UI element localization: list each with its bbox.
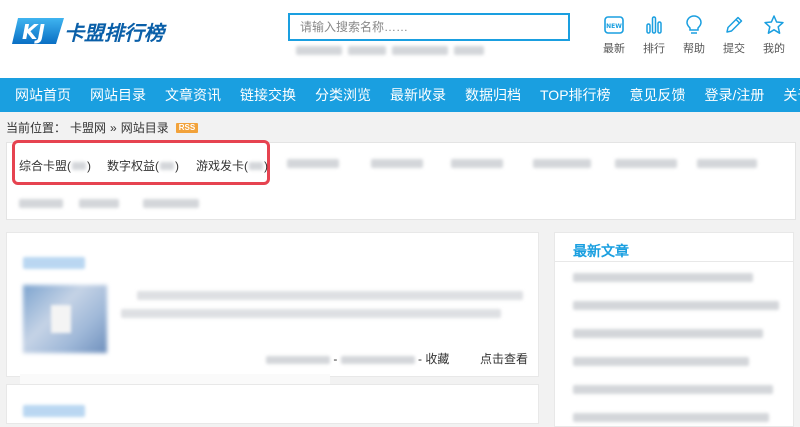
listing-description-blurred: [137, 291, 523, 300]
nav-link-exchange[interactable]: 链接交换: [240, 85, 296, 105]
category-item-blurred[interactable]: [79, 199, 119, 208]
nav-about[interactable]: 关于我们: [783, 85, 800, 105]
listing-meta: - - 收藏: [266, 350, 449, 367]
svg-text:KJ: KJ: [22, 20, 45, 44]
collect-link[interactable]: 收藏: [425, 352, 449, 366]
bar-chart-icon: [646, 16, 662, 34]
nav-feedback[interactable]: 意见反馈: [630, 85, 686, 105]
listing-url-blurred[interactable]: [266, 355, 330, 364]
tool-ranking-label: 排行: [643, 43, 665, 55]
category-count-blurred: [72, 161, 86, 170]
hot-word-blurred[interactable]: [296, 46, 342, 55]
hot-word-blurred[interactable]: [454, 46, 484, 55]
tool-submit-label: 提交: [723, 43, 745, 55]
category-label: 综合卡盟(: [19, 159, 71, 173]
category-label: 游戏发卡(: [196, 159, 248, 173]
category-item-blurred[interactable]: [615, 159, 677, 168]
category-item[interactable]: 综合卡盟( ): [19, 157, 91, 174]
card-bottom-strip: [20, 374, 330, 384]
site-listing-card: [6, 384, 539, 424]
listing-title-blurred[interactable]: [23, 405, 85, 417]
pencil-icon: [726, 16, 743, 33]
breadcrumb-separator: »: [110, 120, 117, 135]
category-item-blurred[interactable]: [371, 159, 423, 168]
category-close-paren: ): [175, 158, 179, 173]
category-count-blurred: [160, 161, 174, 170]
nav-browse-categories[interactable]: 分类浏览: [315, 85, 371, 105]
tool-help[interactable]: 帮助: [674, 14, 714, 56]
category-item-blurred[interactable]: [451, 159, 503, 168]
category-count-blurred: [249, 161, 263, 170]
search-box[interactable]: [288, 13, 570, 41]
panel-title: 最新文章: [573, 243, 629, 259]
category-item-blurred[interactable]: [533, 159, 591, 168]
article-link-blurred[interactable]: [573, 357, 749, 366]
breadcrumb-home[interactable]: 卡盟网: [70, 119, 106, 136]
category-item[interactable]: 游戏发卡( ): [196, 157, 268, 174]
nav-latest[interactable]: 最新收录: [390, 85, 446, 105]
category-label: 数字权益(: [107, 159, 159, 173]
rss-icon[interactable]: RSS: [175, 122, 199, 133]
breadcrumb-current[interactable]: 网站目录: [121, 119, 169, 136]
hot-word-blurred[interactable]: [392, 46, 448, 55]
nav-login-register[interactable]: 登录/注册: [705, 85, 765, 105]
svg-text:NEW: NEW: [606, 23, 622, 30]
view-link[interactable]: 点击查看: [480, 350, 528, 367]
category-item[interactable]: 数字权益( ): [107, 157, 179, 174]
tool-latest[interactable]: NEW 最新: [594, 14, 634, 56]
category-list: 综合卡盟( ) 数字权益( ) 游戏发卡( ): [6, 140, 796, 220]
breadcrumb-prefix: 当前位置：: [6, 121, 67, 135]
listing-title-blurred[interactable]: [23, 257, 85, 269]
panel-divider: [555, 261, 793, 262]
listing-date-blurred: [340, 355, 415, 364]
hot-word-blurred[interactable]: [348, 46, 386, 55]
tool-mine-label: 我的: [763, 43, 785, 55]
category-item-blurred[interactable]: [697, 159, 757, 168]
listing-description-blurred: [121, 309, 501, 318]
category-item-blurred[interactable]: [19, 199, 63, 208]
svg-text:卡盟排行榜: 卡盟排行榜: [64, 21, 167, 45]
article-link-blurred[interactable]: [573, 385, 773, 394]
header-tools: NEW 最新 排行 帮助 提交 我的: [594, 14, 794, 56]
hot-search-words: [296, 46, 484, 55]
star-icon: [764, 15, 784, 34]
latest-articles-panel: 最新文章: [554, 232, 794, 427]
tool-help-label: 帮助: [683, 43, 705, 55]
nav-archive[interactable]: 数据归档: [465, 85, 521, 105]
meta-separator: -: [333, 352, 338, 366]
site-header: KJ 卡盟排行榜 NEW 最新 排行: [0, 0, 800, 78]
article-link-blurred[interactable]: [573, 273, 753, 282]
category-close-paren: ): [87, 158, 91, 173]
breadcrumb: 当前位置： 卡盟网 » 网站目录 RSS: [6, 119, 199, 136]
nav-home[interactable]: 网站首页: [15, 85, 71, 105]
site-logo[interactable]: KJ 卡盟排行榜: [12, 14, 190, 48]
main-nav: 网站首页 网站目录 文章资讯 链接交换 分类浏览 最新收录 数据归档 TOP排行…: [0, 78, 800, 112]
nav-top-ranking[interactable]: TOP排行榜: [540, 85, 611, 105]
nav-articles[interactable]: 文章资讯: [165, 85, 221, 105]
article-link-blurred[interactable]: [573, 329, 763, 338]
tool-ranking[interactable]: 排行: [634, 14, 674, 56]
site-thumbnail-detail: [51, 305, 71, 333]
lightbulb-icon: [686, 15, 702, 34]
meta-separator: -: [418, 352, 423, 366]
category-item-blurred[interactable]: [287, 159, 339, 168]
tool-latest-label: 最新: [603, 43, 625, 55]
tool-submit[interactable]: 提交: [714, 14, 754, 56]
nav-directory[interactable]: 网站目录: [90, 85, 146, 105]
new-icon: NEW: [604, 16, 624, 34]
tool-mine[interactable]: 我的: [754, 14, 794, 56]
category-close-paren: ): [264, 158, 268, 173]
article-link-blurred[interactable]: [573, 301, 779, 310]
category-item-blurred[interactable]: [143, 199, 199, 208]
search-input[interactable]: [290, 15, 568, 39]
